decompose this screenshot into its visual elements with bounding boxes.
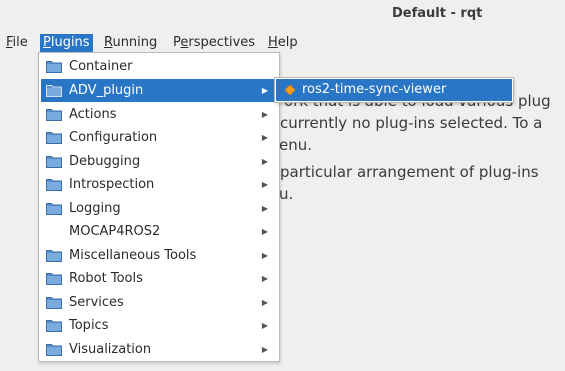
menu-item-adv-plugin[interactable]: ADV_plugin ▶	[41, 79, 277, 102]
menu-plugins-label: lugins	[50, 35, 90, 50]
submenu-item-label: ros2-time-sync-viewer	[302, 82, 447, 97]
submenu-arrow-icon: ▶	[261, 251, 268, 260]
submenu-arrow-icon: ▶	[261, 133, 268, 142]
submenu-item-ros2-time-sync-viewer[interactable]: ros2-time-sync-viewer	[276, 79, 512, 101]
folder-icon	[46, 132, 62, 144]
menu-item-debugging[interactable]: Debugging ▶	[41, 150, 277, 173]
folder-icon	[46, 109, 62, 121]
menu-perspectives[interactable]: Perspectives	[170, 34, 258, 52]
folder-icon	[46, 179, 62, 191]
submenu-arrow-icon: ▶	[261, 227, 268, 236]
menu-plugins[interactable]: Plugins	[40, 34, 93, 52]
menu-help[interactable]: Help	[265, 34, 301, 52]
menu-running-label: unning	[112, 35, 158, 50]
folder-icon	[46, 85, 62, 97]
submenu-arrow-icon: ▶	[261, 86, 268, 95]
submenu-arrow-icon: ▶	[261, 110, 268, 119]
menu-plugins-mnemonic: P	[43, 35, 51, 50]
menu-item-label: Introspection	[69, 177, 155, 192]
menu-item-label: Robot Tools	[69, 271, 143, 286]
menu-item-mocap4ros2[interactable]: MOCAP4ROS2 ▶	[41, 220, 277, 243]
folder-icon	[46, 61, 62, 73]
menu-item-introspection[interactable]: Introspection ▶	[41, 173, 277, 196]
folder-icon	[46, 156, 62, 168]
menu-item-logging[interactable]: Logging ▶	[41, 197, 277, 220]
menu-help-label: elp	[277, 35, 298, 50]
submenu-arrow-icon: ▶	[261, 298, 268, 307]
menu-file[interactable]: File	[3, 34, 31, 52]
menu-item-label: Visualization	[69, 342, 152, 357]
menu-item-configuration[interactable]: Configuration ▶	[41, 126, 277, 149]
folder-icon	[46, 273, 62, 285]
intro-text-line5: u.	[279, 185, 294, 203]
submenu-arrow-icon: ▶	[261, 274, 268, 283]
folder-icon	[46, 203, 62, 215]
adv-plugin-submenu: ros2-time-sync-viewer	[274, 77, 514, 103]
diamond-icon	[285, 85, 295, 95]
menu-item-label: Configuration	[69, 130, 158, 145]
submenu-arrow-icon: ▶	[261, 345, 268, 354]
menu-item-container[interactable]: Container	[41, 55, 277, 78]
plugins-menu: Container ADV_plugin ▶ Actions ▶ Configu…	[38, 52, 280, 362]
menu-item-miscellaneous-tools[interactable]: Miscellaneous Tools ▶	[41, 244, 277, 267]
menu-item-label: Debugging	[69, 154, 141, 169]
menu-perspectives-label: rspectives	[188, 35, 256, 50]
submenu-arrow-icon: ▶	[261, 157, 268, 166]
menu-item-label: Miscellaneous Tools	[69, 248, 197, 263]
intro-text-line3: enu.	[279, 136, 313, 154]
submenu-arrow-icon: ▶	[261, 204, 268, 213]
submenu-arrow-icon: ▶	[261, 180, 268, 189]
menu-item-label: ADV_plugin	[69, 83, 144, 98]
window-title: Default - rqt	[392, 6, 483, 21]
menu-item-services[interactable]: Services ▶	[41, 291, 277, 314]
intro-text-line4: particular arrangement of plug-ins	[280, 163, 539, 181]
menu-running[interactable]: Running	[101, 34, 160, 52]
rqt-window: Default - rqt File Plugins Running Persp…	[0, 0, 565, 371]
menu-item-label: Actions	[69, 107, 117, 122]
menu-bar: File Plugins Running Perspectives Help	[0, 32, 565, 54]
menu-item-label: Services	[69, 295, 124, 310]
menu-item-robot-tools[interactable]: Robot Tools ▶	[41, 267, 277, 290]
menu-item-label: MOCAP4ROS2	[69, 224, 161, 239]
menu-item-label: Logging	[69, 201, 121, 216]
menu-item-visualization[interactable]: Visualization ▶	[41, 338, 277, 361]
intro-text-line2: currently no plug-ins selected. To a	[280, 114, 543, 132]
menu-item-actions[interactable]: Actions ▶	[41, 103, 277, 126]
menu-file-label: ile	[12, 35, 28, 50]
menu-help-mnemonic: H	[268, 35, 278, 50]
folder-icon	[46, 250, 62, 262]
folder-icon	[46, 344, 62, 356]
title-bar: Default - rqt	[0, 0, 565, 30]
menu-item-label: Container	[69, 59, 133, 74]
submenu-arrow-icon: ▶	[261, 321, 268, 330]
menu-item-label: Topics	[69, 318, 109, 333]
folder-icon	[46, 297, 62, 309]
menu-item-topics[interactable]: Topics ▶	[41, 314, 277, 337]
folder-icon	[46, 320, 62, 332]
